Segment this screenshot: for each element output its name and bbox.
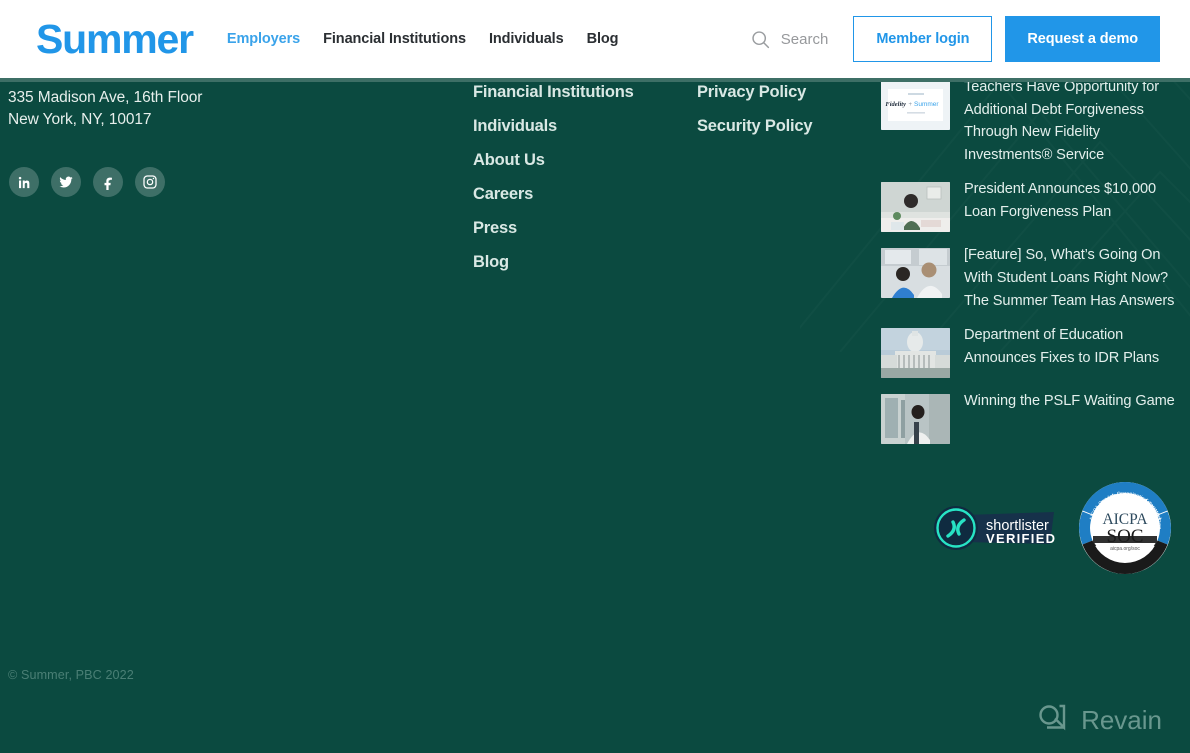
commuter-train-thumbnail <box>881 394 950 445</box>
instagram-icon <box>142 174 158 190</box>
us-capitol-thumbnail <box>881 328 950 379</box>
request-demo-button[interactable]: Request a demo <box>1005 16 1160 62</box>
svg-text:Fidelity: Fidelity <box>885 101 906 108</box>
post-title: President Announces $10,000 Loan Forgive… <box>964 181 1157 220</box>
twitter-icon <box>58 174 74 190</box>
search-icon <box>750 29 771 50</box>
nav-item-blog[interactable]: Blog <box>587 31 619 47</box>
social-link-linkedin[interactable] <box>9 167 39 197</box>
post-item[interactable]: Fidelity + Summer Teachers Have Opportun… <box>881 82 1190 166</box>
badge-line-3: aicpa.org/soc <box>1110 546 1140 552</box>
post-title: Teachers Have Opportunity for Additional… <box>964 82 1160 163</box>
address-line-2: New York, NY, 10017 <box>8 111 152 128</box>
post-title: [Feature] So, What’s Going On With Stude… <box>964 247 1175 309</box>
nav-item-financial-institutions[interactable]: Financial Institutions <box>323 31 466 47</box>
revain-logo-icon <box>1034 700 1070 741</box>
post-item[interactable]: [Feature] So, What’s Going On With Stude… <box>881 244 1190 312</box>
shortlister-verified-badge[interactable]: shortlister VERIFIED <box>930 502 1055 554</box>
svg-text:Summer: Summer <box>914 101 939 108</box>
person-at-desk-thumbnail <box>881 182 950 233</box>
facebook-icon <box>101 175 116 190</box>
footer-link-about-us[interactable]: About Us <box>473 150 634 171</box>
social-link-facebook[interactable] <box>93 167 123 197</box>
site-header: Summer Employers Financial Institutions … <box>0 0 1190 78</box>
svg-text:+: + <box>909 102 913 108</box>
post-item[interactable]: Winning the PSLF Waiting Game <box>881 390 1190 445</box>
revain-watermark-text: Revain <box>1081 705 1162 735</box>
search-button[interactable]: Search <box>750 29 829 50</box>
post-item[interactable]: President Announces $10,000 Loan Forgive… <box>881 178 1190 233</box>
member-login-button[interactable]: Member login <box>853 16 993 62</box>
social-links <box>9 167 165 197</box>
footer-links-column-primary: Financial Institutions Individuals About… <box>473 82 634 273</box>
revain-watermark: Revain <box>1034 700 1162 741</box>
social-link-instagram[interactable] <box>135 167 165 197</box>
search-label: Search <box>780 30 829 48</box>
certification-badges: shortlister VERIFIED AICPA SOC aicpa.org… <box>930 480 1173 576</box>
footer-link-blog[interactable]: Blog <box>473 252 634 273</box>
footer-recent-posts: Fidelity + Summer Teachers Have Opportun… <box>881 82 1190 456</box>
footer-links-column-legal: Privacy Policy Security Policy <box>697 82 813 137</box>
people-talking-thumbnail <box>881 248 950 299</box>
header-actions: Search Member login Request a demo <box>750 16 1160 62</box>
primary-navigation: Employers Financial Institutions Individ… <box>227 31 619 47</box>
footer-link-careers[interactable]: Careers <box>473 184 634 205</box>
footer-link-individuals[interactable]: Individuals <box>473 116 634 137</box>
footer-address: 335 Madison Ave, 16th Floor New York, NY… <box>8 87 202 131</box>
footer-link-financial-institutions[interactable]: Financial Institutions <box>473 82 634 103</box>
nav-item-individuals[interactable]: Individuals <box>489 31 564 47</box>
footer-link-privacy-policy[interactable]: Privacy Policy <box>697 82 812 103</box>
badge-line-2: SOC <box>1107 526 1144 547</box>
summer-logo[interactable]: Summer <box>36 18 194 60</box>
fidelity-summer-thumbnail: Fidelity + Summer <box>881 82 950 130</box>
address-line-1: 335 Madison Ave, 16th Floor <box>8 89 203 106</box>
site-footer: 335 Madison Ave, 16th Floor New York, NY… <box>0 82 1190 753</box>
nav-item-employers[interactable]: Employers <box>227 31 300 47</box>
copyright-text: © Summer, PBC 2022 <box>8 668 134 682</box>
social-link-twitter[interactable] <box>51 167 81 197</box>
linkedin-icon <box>17 175 32 190</box>
footer-divider <box>0 78 1190 82</box>
post-title: Department of Education Announces Fixes … <box>964 327 1160 366</box>
post-title: Winning the PSLF Waiting Game <box>964 393 1175 410</box>
aicpa-soc-badge[interactable]: AICPA SOC aicpa.org/soc AICPA Service Or… <box>1077 480 1173 576</box>
footer-link-security-policy[interactable]: Security Policy <box>697 116 813 137</box>
footer-link-press[interactable]: Press <box>473 218 634 239</box>
post-item[interactable]: Department of Education Announces Fixes … <box>881 324 1190 379</box>
badge-line-2: VERIFIED <box>986 531 1055 546</box>
